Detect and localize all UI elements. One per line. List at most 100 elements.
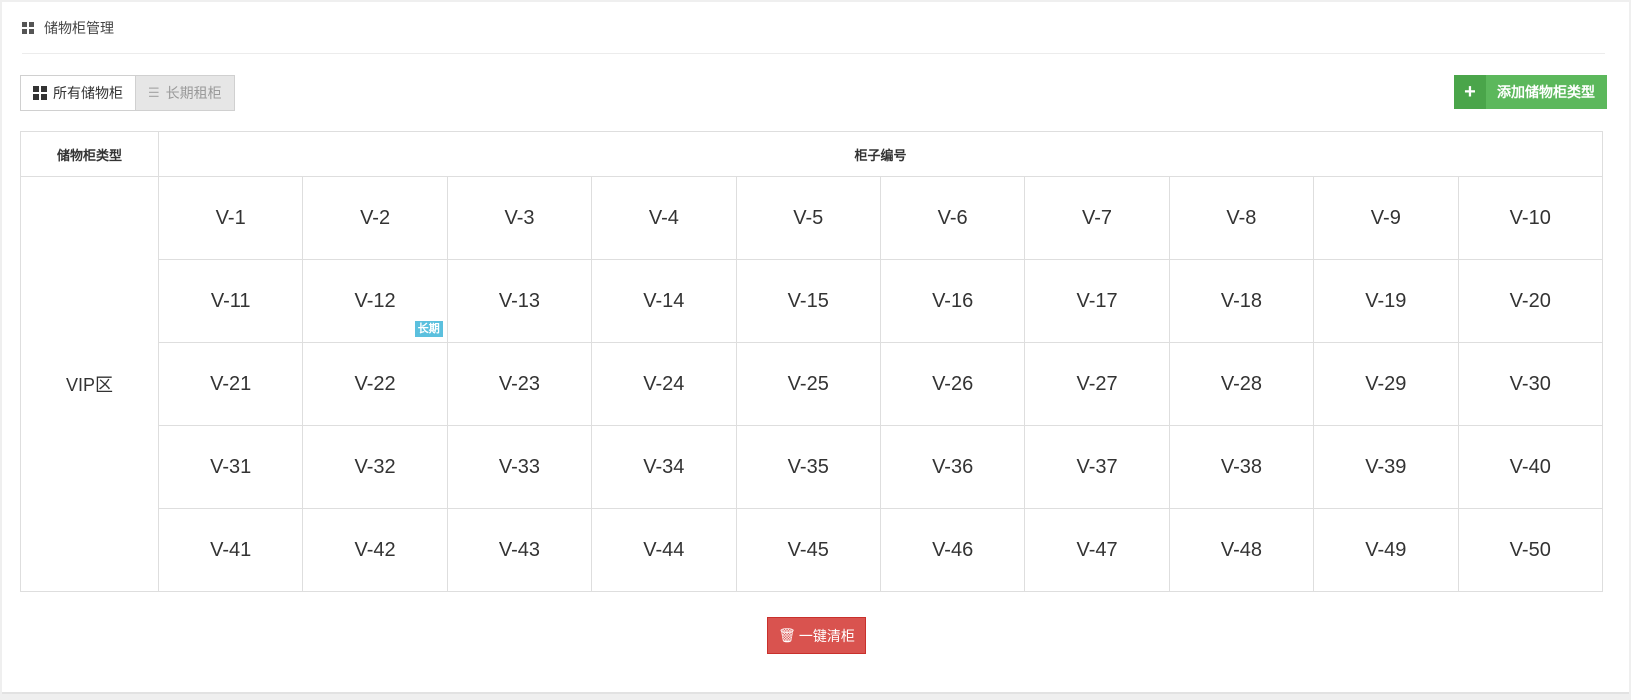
column-header-number: 柜子编号 xyxy=(158,131,1603,177)
clear-all-button[interactable]: 🗑 一键清柜 xyxy=(767,617,866,654)
locker-cell[interactable]: V-18 xyxy=(1168,259,1315,343)
locker-number: V-32 xyxy=(354,455,396,478)
locker-cell[interactable]: V-41 xyxy=(157,508,304,592)
locker-number: V-41 xyxy=(210,538,252,561)
locker-cell[interactable]: V-21 xyxy=(157,342,304,426)
table-row: V-11 V-12 长期 V-13 V-14 V-15 V-16 V-17 V-18 V-19 V-… xyxy=(21,259,1604,343)
locker-cell[interactable]: V-30 xyxy=(1457,342,1604,426)
locker-number: V-22 xyxy=(354,372,396,395)
locker-cell[interactable]: V-4 xyxy=(591,176,737,260)
locker-cell[interactable]: V-49 xyxy=(1313,508,1459,592)
tab-all-lockers-label: 所有储物柜 xyxy=(53,85,123,101)
locker-number: V-10 xyxy=(1509,206,1551,229)
add-locker-type-label: 添加储物柜类型 xyxy=(1497,84,1595,100)
locker-number: V-31 xyxy=(210,455,252,478)
locker-cell[interactable]: V-12 长期 xyxy=(302,259,448,343)
locker-cell[interactable]: V-14 xyxy=(591,259,737,343)
locker-cell[interactable]: V-37 xyxy=(1024,425,1170,509)
locker-number: V-9 xyxy=(1370,206,1401,229)
locker-number: V-48 xyxy=(1220,538,1262,561)
locker-cell[interactable]: V-46 xyxy=(879,508,1026,592)
locker-cell[interactable]: V-25 xyxy=(735,342,881,426)
locker-cell[interactable]: V-45 xyxy=(735,508,881,592)
grid-icon xyxy=(33,86,47,100)
locker-cell[interactable]: V-28 xyxy=(1168,342,1315,426)
locker-cell[interactable]: V-26 xyxy=(879,342,1026,426)
locker-cell[interactable]: V-48 xyxy=(1168,508,1315,592)
locker-cell[interactable]: V-11 xyxy=(157,259,304,343)
locker-number: V-37 xyxy=(1076,455,1118,478)
locker-number: V-33 xyxy=(498,455,541,478)
tab-all-lockers[interactable]: 所有储物柜 xyxy=(20,75,136,111)
locker-cell[interactable]: V-40 xyxy=(1457,425,1604,509)
locker-cell[interactable]: V-10 xyxy=(1457,176,1604,260)
add-locker-type-button[interactable]: + 添加储物柜类型 xyxy=(1454,75,1607,109)
view-toolbar: 所有储物柜 ☰ 长期租柜 xyxy=(20,75,235,111)
plus-icon: + xyxy=(1454,75,1486,109)
locker-number: V-25 xyxy=(787,372,829,395)
locker-cell[interactable]: V-15 xyxy=(735,259,881,343)
locker-cell[interactable]: V-50 xyxy=(1457,508,1604,592)
locker-cell[interactable]: V-39 xyxy=(1313,425,1459,509)
locker-number: V-47 xyxy=(1076,538,1118,561)
locker-cell[interactable]: V-38 xyxy=(1168,425,1315,509)
locker-cell[interactable]: V-17 xyxy=(1024,259,1170,343)
locker-cell[interactable]: V-6 xyxy=(879,176,1026,260)
locker-number: V-23 xyxy=(498,372,541,395)
column-header-type: 储物柜类型 xyxy=(20,131,159,177)
table-row: V-41 V-42 V-43 V-44 V-45 V-46 V-47 V-48 V-49 V-50 xyxy=(21,508,1604,592)
locker-number: V-34 xyxy=(643,455,685,478)
locker-cell[interactable]: V-19 xyxy=(1313,259,1459,343)
locker-number: V-19 xyxy=(1365,289,1407,312)
grid-icon xyxy=(22,21,34,34)
locker-number: V-11 xyxy=(210,289,251,312)
locker-number: V-5 xyxy=(793,206,824,229)
list-icon: ☰ xyxy=(148,85,160,100)
locker-cell[interactable]: V-27 xyxy=(1024,342,1170,426)
tab-long-term-label: 长期租柜 xyxy=(165,85,222,101)
locker-cell[interactable]: V-9 xyxy=(1313,176,1459,260)
locker-cell[interactable]: V-23 xyxy=(446,342,593,426)
locker-cell[interactable]: V-34 xyxy=(591,425,737,509)
locker-cell[interactable]: V-2 xyxy=(302,176,448,260)
locker-cell[interactable]: V-20 xyxy=(1457,259,1604,343)
locker-cell[interactable]: V-35 xyxy=(735,425,881,509)
locker-number: V-18 xyxy=(1220,289,1262,312)
locker-cell[interactable]: V-31 xyxy=(157,425,304,509)
locker-number: V-7 xyxy=(1082,206,1113,229)
locker-cell[interactable]: V-33 xyxy=(446,425,593,509)
locker-cell[interactable]: V-13 xyxy=(446,259,593,343)
locker-cell[interactable]: V-29 xyxy=(1313,342,1459,426)
panel-header: 储物柜管理 xyxy=(22,2,1605,54)
locker-cell[interactable]: V-16 xyxy=(879,259,1026,343)
locker-cell[interactable]: V-43 xyxy=(446,508,593,592)
locker-cell[interactable]: V-8 xyxy=(1168,176,1315,260)
page-title: 储物柜管理 xyxy=(44,19,114,36)
long-term-badge: 长期 xyxy=(414,321,443,337)
locker-cell[interactable]: V-32 xyxy=(302,425,448,509)
locker-cell[interactable]: V-36 xyxy=(879,425,1026,509)
locker-number: V-36 xyxy=(932,455,974,478)
locker-number: V-17 xyxy=(1076,289,1118,312)
locker-cell[interactable]: V-5 xyxy=(735,176,881,260)
locker-cell[interactable]: V-44 xyxy=(591,508,737,592)
locker-cell[interactable]: V-47 xyxy=(1024,508,1170,592)
locker-cell[interactable]: V-3 xyxy=(446,176,593,260)
locker-number: V-35 xyxy=(787,455,829,478)
tab-long-term[interactable]: ☰ 长期租柜 xyxy=(136,75,235,111)
locker-number: V-1 xyxy=(215,206,246,229)
locker-number: V-38 xyxy=(1220,455,1262,478)
locker-number: V-46 xyxy=(932,538,974,561)
locker-cell[interactable]: V-42 xyxy=(302,508,448,592)
locker-cell[interactable]: V-22 xyxy=(302,342,448,426)
table-row: V-31 V-32 V-33 V-34 V-35 V-36 V-37 V-38 V-39 V-40 xyxy=(21,425,1604,509)
locker-number: V-21 xyxy=(210,372,252,395)
locker-cell[interactable]: V-24 xyxy=(591,342,737,426)
locker-number: V-43 xyxy=(498,538,541,561)
locker-cell[interactable]: V-1 xyxy=(157,176,304,260)
locker-number: V-40 xyxy=(1509,455,1551,478)
locker-cell[interactable]: V-7 xyxy=(1024,176,1170,260)
locker-number: V-49 xyxy=(1365,538,1407,561)
locker-number: V-30 xyxy=(1509,372,1551,395)
table-row: V-21 V-22 V-23 V-24 V-25 V-26 V-27 V-28 V-29 V-30 xyxy=(21,342,1604,426)
